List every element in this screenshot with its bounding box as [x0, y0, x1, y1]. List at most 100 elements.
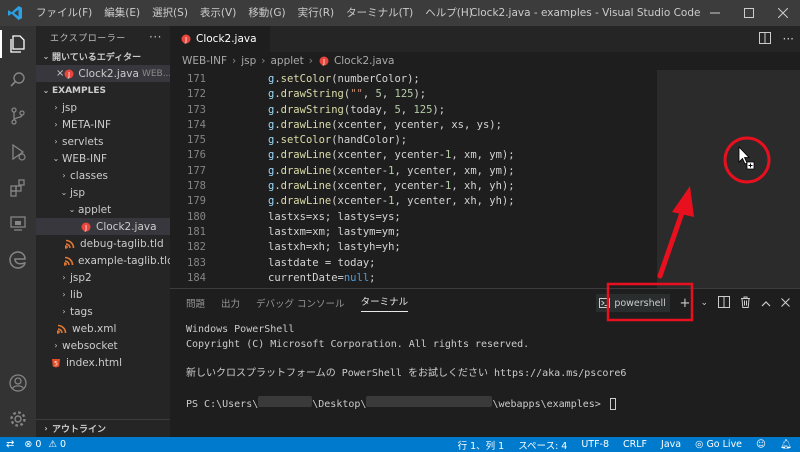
- terminal-output[interactable]: Windows PowerShell Copyright (C) Microso…: [186, 323, 626, 410]
- split-terminal-icon[interactable]: [718, 295, 730, 311]
- menu-run[interactable]: 実行(R): [292, 0, 341, 26]
- indentation[interactable]: スペース: 4: [518, 438, 567, 452]
- close-window-button[interactable]: [766, 0, 800, 26]
- activity-edge-tools[interactable]: [0, 242, 36, 278]
- go-live-label: Go Live: [706, 439, 743, 450]
- tree-folder-jsp-sub[interactable]: ⌄ jsp: [36, 184, 170, 201]
- minimize-button[interactable]: [698, 0, 732, 26]
- menu-edit[interactable]: 編集(E): [98, 0, 146, 26]
- menu-go[interactable]: 移動(G): [242, 0, 291, 26]
- terminal-line: Copyright (C) Microsoft Corporation. All…: [186, 338, 530, 350]
- code-text: g.setColor(numberColor);: [268, 73, 420, 85]
- close-editor-icon[interactable]: ×: [56, 68, 64, 79]
- menu-terminal[interactable]: ターミナル(T): [340, 0, 419, 26]
- encoding[interactable]: UTF-8: [581, 439, 609, 450]
- activity-run-debug[interactable]: [0, 134, 36, 170]
- more-actions-icon[interactable]: ···: [783, 32, 794, 46]
- line-number: 175: [187, 134, 206, 147]
- chevron-down-icon[interactable]: ⌄: [700, 298, 708, 308]
- code-line: 181 lastxm=xm; lastym=ym;: [170, 225, 515, 240]
- tree-file-clock2-java[interactable]: J Clock2.java: [36, 218, 170, 235]
- breadcrumb-item[interactable]: jsp: [241, 55, 256, 67]
- tab-debug-console[interactable]: デバッグ コンソール: [256, 296, 345, 310]
- chevron-right-icon: ›: [308, 55, 313, 67]
- cursor-position[interactable]: 行 1、列 1: [458, 438, 505, 452]
- feedback-icon[interactable]: ☺: [756, 439, 766, 450]
- end-of-line[interactable]: CRLF: [623, 439, 647, 450]
- code-line: 176 g.drawLine(xcenter, ycenter-1, xm, ym…: [170, 148, 515, 163]
- close-panel-icon[interactable]: [781, 297, 790, 310]
- tree-file-debug-taglib[interactable]: debug-taglib.tld: [36, 235, 170, 252]
- open-editors-section[interactable]: ⌄ 開いているエディター: [36, 48, 170, 65]
- activity-settings[interactable]: [0, 401, 36, 437]
- tree-folder-web-inf[interactable]: ⌄ WEB-INF: [36, 150, 170, 167]
- svg-text:5: 5: [54, 360, 58, 367]
- code-text: g.drawLine(xcenter, ycenter-1, xm, ym);: [268, 149, 515, 162]
- tree-folder-lib[interactable]: › lib: [36, 286, 170, 303]
- activity-remote-explorer[interactable]: [0, 206, 36, 242]
- activity-extensions[interactable]: [0, 170, 36, 206]
- tree-folder-jsp[interactable]: › jsp: [36, 99, 170, 116]
- tree-folder-servlets[interactable]: › servlets: [36, 133, 170, 150]
- tree-folder-jsp2[interactable]: › jsp2: [36, 269, 170, 286]
- tree-folder-applet[interactable]: ⌄ applet: [36, 201, 170, 218]
- activity-accounts[interactable]: [0, 365, 36, 401]
- code-line: 182 lastxh=xh; lastyh=yh;: [170, 240, 515, 255]
- tree-folder-classes[interactable]: › classes: [36, 167, 170, 184]
- menu-selection[interactable]: 選択(S): [146, 0, 194, 26]
- split-editor-icon[interactable]: [758, 31, 771, 47]
- remote-indicator-icon[interactable]: ⇄: [6, 439, 14, 450]
- activity-search[interactable]: [0, 62, 36, 98]
- problems-indicator[interactable]: ⊗ 0 ⚠ 0: [24, 439, 66, 450]
- tab-clock2-java[interactable]: J Clock2.java: [170, 26, 270, 52]
- code-line: 172 g.drawString("", 5, 125);: [170, 87, 515, 102]
- tree-file-index-html[interactable]: 5 index.html: [36, 354, 170, 371]
- maximize-panel-icon[interactable]: [761, 297, 771, 310]
- title-bar: ファイル(F) 編集(E) 選択(S) 表示(V) 移動(G) 実行(R) ター…: [0, 0, 800, 26]
- tree-file-web-xml[interactable]: web.xml: [36, 320, 170, 337]
- tree-file-example-taglib[interactable]: example-taglib.tld: [36, 252, 170, 269]
- activity-explorer[interactable]: [0, 26, 36, 62]
- tab-output[interactable]: 出力: [221, 296, 240, 310]
- breadcrumb-item[interactable]: WEB-INF: [182, 55, 227, 67]
- tree-folder-tags[interactable]: › tags: [36, 303, 170, 320]
- workspace-section[interactable]: ⌄ EXAMPLES: [36, 82, 170, 99]
- menu-view[interactable]: 表示(V): [194, 0, 242, 26]
- breadcrumb-item[interactable]: applet: [270, 55, 303, 67]
- trash-icon[interactable]: [740, 296, 751, 311]
- maximize-icon: [744, 8, 754, 18]
- open-editor-item[interactable]: × J Clock2.java WEB...: [36, 65, 170, 82]
- maximize-button[interactable]: [732, 0, 766, 26]
- tree-label: lib: [70, 288, 83, 301]
- minimize-icon: [710, 12, 720, 14]
- line-number: 178: [187, 180, 206, 193]
- tree-folder-meta-inf[interactable]: › META-INF: [36, 116, 170, 133]
- editor-actions: ···: [758, 26, 794, 52]
- outline-section[interactable]: › アウトライン: [36, 419, 170, 437]
- terminal-shell-selector[interactable]: powershell: [595, 294, 670, 312]
- open-editor-filename: Clock2.java: [78, 67, 139, 80]
- chevron-down-icon: ⌄: [68, 205, 76, 214]
- tree-label: servlets: [62, 135, 104, 148]
- bell-icon[interactable]: 🔔︎: [780, 439, 792, 450]
- tab-problems[interactable]: 問題: [186, 296, 205, 310]
- tab-terminal[interactable]: ターミナル: [360, 294, 409, 312]
- new-terminal-icon[interactable]: +: [680, 296, 691, 311]
- java-file-icon: J: [180, 33, 192, 45]
- tree-label: example-taglib.tld: [78, 254, 170, 267]
- go-live-button[interactable]: ◎ Go Live: [695, 439, 742, 450]
- menu-file[interactable]: ファイル(F): [30, 0, 98, 26]
- code-text: lastxm=xm; lastym=ym;: [268, 225, 401, 238]
- code-editor[interactable]: 171 g.setColor(numberColor); 172 g.drawStr…: [170, 70, 800, 288]
- terminal-cursor: [609, 397, 616, 410]
- tree-folder-websocket[interactable]: › websocket: [36, 337, 170, 354]
- activity-source-control[interactable]: [0, 98, 36, 134]
- rss-file-icon: [64, 255, 74, 267]
- chevron-right-icon: ›: [261, 55, 266, 67]
- breadcrumb-item[interactable]: Clock2.java: [334, 55, 395, 67]
- more-actions-button[interactable]: ···: [149, 30, 162, 44]
- language-mode[interactable]: Java: [661, 439, 681, 450]
- window-title: Clock2.java - examples - Visual Studio C…: [470, 7, 701, 19]
